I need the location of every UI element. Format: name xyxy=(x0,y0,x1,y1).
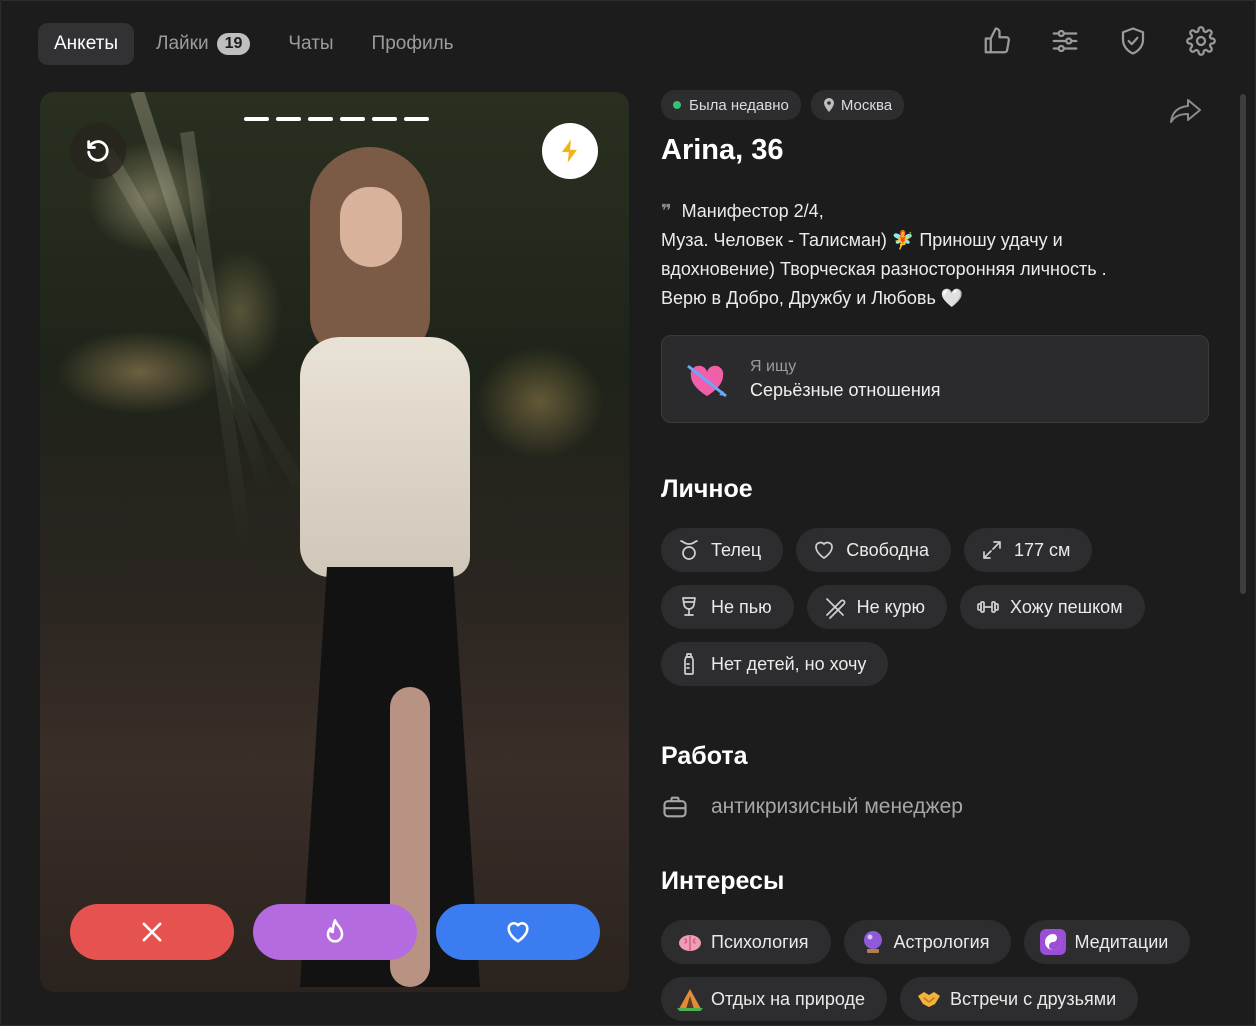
interest-tag: Отдых на природе xyxy=(661,977,887,1021)
relationship-status-text: Свободна xyxy=(846,539,929,560)
taurus-icon xyxy=(680,540,698,560)
tab-likes[interactable]: Лайки 19 xyxy=(140,23,266,65)
thumbs-up-icon[interactable] xyxy=(980,24,1014,58)
quote-icon: ❞ xyxy=(661,201,672,221)
status-chips: Была недавно Москва xyxy=(661,90,1209,120)
tab-profiles-label: Анкеты xyxy=(54,33,118,54)
work-info: антикризисный менеджер xyxy=(661,793,1209,821)
interest-text: Отдых на природе xyxy=(711,988,865,1009)
interests-tags: Психология Астрология Медитации Отдых на… xyxy=(661,920,1209,1021)
interest-text: Медитации xyxy=(1074,931,1169,952)
expand-arrows-icon xyxy=(983,541,1001,559)
bio-line: Муза. Человек - Талисман) 🧚 Приношу удач… xyxy=(661,230,1063,250)
city-text: Москва xyxy=(840,96,893,114)
undo-button[interactable] xyxy=(70,123,126,179)
dumbbell-icon xyxy=(977,601,999,613)
photo-pagination xyxy=(244,117,429,121)
tab-chats-label: Чаты xyxy=(288,33,334,54)
interest-tag: Астрология xyxy=(843,920,1012,964)
heart-arrow-icon xyxy=(687,364,727,398)
bio-line: Манифестор 2/4, xyxy=(681,201,824,221)
filters-icon[interactable] xyxy=(1048,24,1082,58)
interest-tag: Психология xyxy=(661,920,831,964)
tent-icon xyxy=(677,989,703,1011)
zodiac-tag: Телец xyxy=(661,528,784,572)
yin-yang-icon xyxy=(1040,929,1067,955)
personal-tags: Телец Свободна 177 см Не пью Не курю Хож… xyxy=(661,528,1209,686)
interest-tag: Встречи с друзьями xyxy=(900,977,1139,1021)
smoking-tag: Не курю xyxy=(806,585,948,629)
flame-icon xyxy=(326,919,344,943)
scrollbar[interactable] xyxy=(1240,94,1246,594)
interest-tag: Медитации xyxy=(1024,920,1191,964)
height-text: 177 см xyxy=(1013,539,1071,560)
relationship-status-tag: Свободна xyxy=(796,528,951,572)
job-title-text: антикризисный менеджер xyxy=(711,795,963,818)
tab-chats[interactable]: Чаты xyxy=(272,23,349,65)
heart-outline-icon xyxy=(815,541,834,559)
work-section-title: Работа xyxy=(661,742,748,770)
smoking-text: Не курю xyxy=(856,596,926,617)
close-icon xyxy=(142,922,162,942)
interest-text: Встречи с друзьями xyxy=(950,988,1117,1009)
main-nav: Анкеты Лайки 19 Чаты Профиль xyxy=(38,23,470,65)
heart-icon xyxy=(507,922,529,943)
zodiac-text: Телец xyxy=(711,539,762,560)
height-tag: 177 см xyxy=(963,528,1093,572)
dislike-button[interactable] xyxy=(70,904,234,960)
alcohol-tag: Не пью xyxy=(661,585,794,629)
looking-for-label: Я ищу xyxy=(750,357,797,375)
handshake-icon xyxy=(918,992,940,1007)
children-tag: Нет детей, но хочу xyxy=(661,642,889,686)
boost-button[interactable] xyxy=(542,123,598,179)
top-toolbar xyxy=(980,24,1218,58)
photo-indicator[interactable] xyxy=(340,117,365,121)
settings-icon[interactable] xyxy=(1184,24,1218,58)
looking-for-card: Я ищу Серьёзные отношения xyxy=(661,335,1209,423)
sport-text: Хожу пешком xyxy=(1010,596,1123,617)
photo-indicator[interactable] xyxy=(372,117,397,121)
undo-icon xyxy=(87,140,109,162)
tab-likes-label: Лайки xyxy=(156,33,209,54)
children-text: Нет детей, но хочу xyxy=(711,653,867,674)
interest-text: Психология xyxy=(711,931,809,952)
profile-bio: ❞ Манифестор 2/4, Муза. Человек - Талисма… xyxy=(661,197,1209,313)
tab-my-profile-label: Профиль xyxy=(371,33,454,54)
photo-indicator[interactable] xyxy=(308,117,333,121)
profile-photo-card[interactable] xyxy=(40,92,629,992)
sport-tag: Хожу пешком xyxy=(960,585,1145,629)
crystal-ball-icon xyxy=(863,931,882,953)
profile-details: Была недавно Москва Arina, 36 ❞ Манифесто… xyxy=(661,90,1209,1021)
wine-glass-icon xyxy=(682,597,696,616)
like-button[interactable] xyxy=(436,904,600,960)
no-smoking-icon xyxy=(825,598,846,619)
online-status-text: Была недавно xyxy=(689,96,789,114)
profile-photo xyxy=(260,147,510,987)
city-chip: Москва xyxy=(810,90,905,120)
bio-line: вдохновение) Творческая разносторонняя л… xyxy=(661,259,1107,279)
swipe-actions xyxy=(70,904,600,960)
tab-profiles[interactable]: Анкеты xyxy=(38,23,134,65)
photo-indicator[interactable] xyxy=(404,117,429,121)
photo-indicator[interactable] xyxy=(276,117,301,121)
shield-check-icon[interactable] xyxy=(1116,24,1150,58)
bio-line: Верю в Добро, Дружбу и Любовь 🤍 xyxy=(661,288,964,308)
photo-indicator[interactable] xyxy=(244,117,269,121)
likes-count-badge: 19 xyxy=(216,33,251,55)
looking-for-value: Серьёзные отношения xyxy=(750,379,941,400)
online-dot-icon xyxy=(673,101,681,109)
lightning-icon xyxy=(561,139,577,163)
profile-name-age: Arina, 36 xyxy=(661,134,784,166)
online-status-chip: Была недавно xyxy=(661,90,801,120)
superlike-button[interactable] xyxy=(253,904,417,960)
interest-text: Астрология xyxy=(893,931,990,952)
briefcase-icon xyxy=(663,796,687,818)
interests-section-title: Интересы xyxy=(661,867,785,895)
brain-icon xyxy=(679,935,701,951)
location-pin-icon xyxy=(823,98,834,112)
alcohol-text: Не пью xyxy=(711,596,772,617)
baby-bottle-icon xyxy=(684,653,694,675)
tab-my-profile[interactable]: Профиль xyxy=(356,23,470,65)
personal-section-title: Личное xyxy=(661,475,753,503)
